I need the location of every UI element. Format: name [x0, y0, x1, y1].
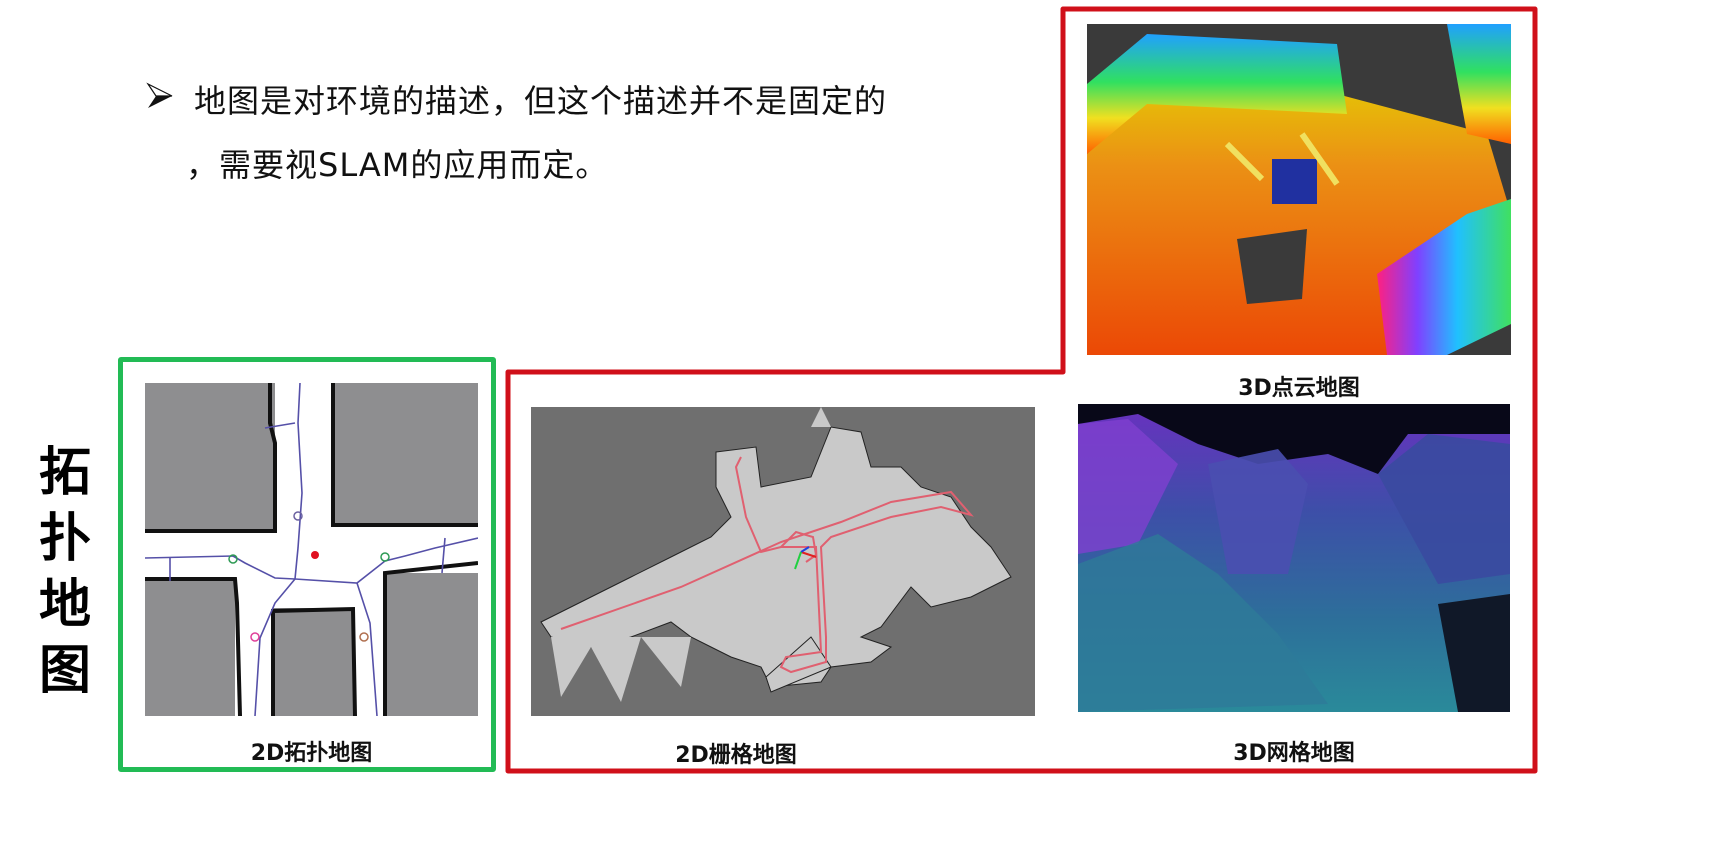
topological-map-caption: 2D拓扑地图: [250, 741, 373, 766]
grid-map-caption: 2D栅格地图: [675, 743, 797, 768]
grid-map-image: [531, 407, 1035, 716]
point-cloud-map-image: [1087, 24, 1511, 355]
mesh-map-caption: 3D网格地图: [1233, 741, 1355, 766]
point-cloud-map-caption: 3D点云地图: [1238, 376, 1360, 401]
topological-map-image: [145, 383, 478, 716]
mesh-map-image: [1078, 404, 1510, 712]
